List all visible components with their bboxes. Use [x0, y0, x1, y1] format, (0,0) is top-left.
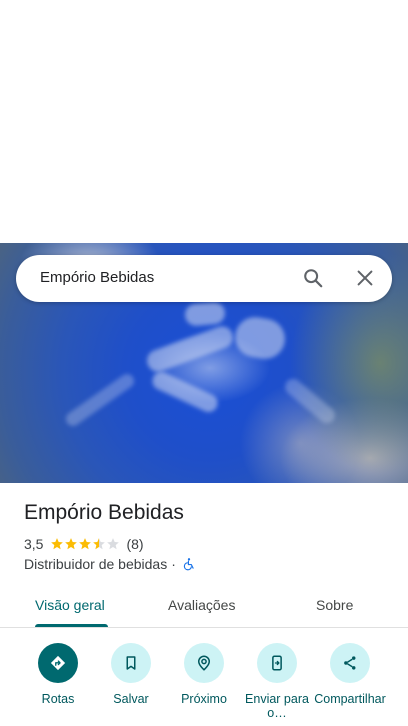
- empty-star-icon: [107, 538, 120, 550]
- star-icon: [51, 538, 64, 550]
- star-icon: [79, 538, 92, 550]
- tab-bar: Visão geral Avaliações Sobre: [0, 587, 408, 628]
- share-label: Compartilhar: [314, 692, 386, 706]
- separator-dot: ·: [171, 556, 176, 572]
- rating-value: 3,5: [24, 536, 44, 552]
- share-icon: [344, 656, 356, 670]
- save-label: Salvar: [113, 692, 149, 706]
- half-star-icon: [93, 538, 106, 550]
- review-count[interactable]: (8): [126, 536, 143, 552]
- send-to-phone-button[interactable]: Enviar para o…: [239, 643, 315, 720]
- save-button[interactable]: Salvar: [93, 643, 169, 706]
- search-icon[interactable]: [302, 267, 324, 289]
- rating-row[interactable]: 3,5 (8): [24, 536, 144, 552]
- nearby-label: Próximo: [181, 692, 227, 706]
- share-button[interactable]: Compartilhar: [312, 643, 388, 706]
- close-icon[interactable]: [354, 267, 376, 289]
- star-icon: [65, 538, 78, 550]
- search-bar[interactable]: Empório Bebidas: [16, 255, 392, 302]
- place-category: Distribuidor de bebidas: [24, 556, 168, 572]
- place-title: Empório Bebidas: [24, 501, 184, 524]
- nearby-button[interactable]: Próximo: [166, 643, 242, 706]
- directions-icon: [50, 655, 66, 671]
- tab-about[interactable]: Sobre: [316, 597, 353, 613]
- search-input[interactable]: Empório Bebidas: [40, 269, 154, 286]
- send-to-phone-label: Enviar para o…: [245, 692, 309, 720]
- rating-stars: [50, 537, 120, 551]
- active-tab-indicator: [35, 624, 108, 627]
- place-details-sheet: Empório Bebidas 3,5 (8) Distribuidor de …: [0, 483, 408, 726]
- tab-overview[interactable]: Visão geral: [35, 597, 105, 613]
- nearby-icon: [197, 655, 211, 671]
- wheelchair-accessible-icon: [183, 558, 194, 571]
- directions-label: Rotas: [41, 692, 75, 706]
- tab-reviews[interactable]: Avaliações: [168, 597, 235, 613]
- category-row: Distribuidor de bebidas ·: [24, 556, 196, 572]
- bookmark-icon: [126, 656, 136, 670]
- send-to-phone-icon: [272, 655, 282, 671]
- directions-button[interactable]: Rotas: [20, 643, 96, 706]
